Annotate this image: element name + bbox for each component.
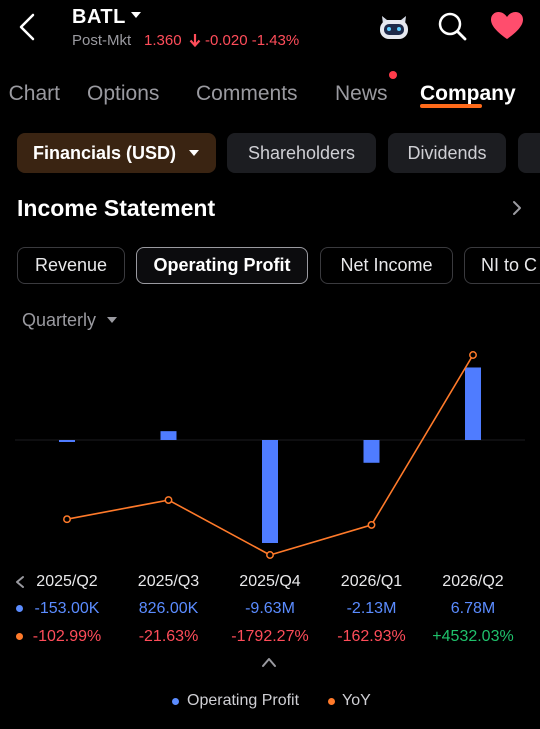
yoy-point-2026-q2[interactable] xyxy=(469,351,477,359)
tab-comments[interactable]: Comments xyxy=(196,82,298,106)
favorite-heart-icon[interactable] xyxy=(490,11,524,41)
post-market-label: Post-Mkt xyxy=(72,32,132,49)
tab-company[interactable]: Company xyxy=(420,82,516,106)
section-title: Income Statement xyxy=(17,195,216,221)
yoy-value-2025-q3: -21.63% xyxy=(138,628,199,645)
subtab-shareholders-label: Shareholders xyxy=(247,142,356,163)
yoy-point-2026-q1[interactable] xyxy=(367,520,376,529)
search-icon[interactable] xyxy=(436,10,468,42)
tab-options[interactable]: Options xyxy=(87,82,159,106)
metric-tab-ni-to-c-label: NI to C xyxy=(481,255,538,275)
post-market-price: 1.360 xyxy=(144,32,182,49)
chevron-up-icon[interactable] xyxy=(261,656,277,668)
subtab-more[interactable] xyxy=(518,133,540,173)
yoy-value-2026-q1: -162.93% xyxy=(337,628,406,645)
subtab-shareholders[interactable]: Shareholders xyxy=(227,133,376,173)
subtab-dividends-label: Dividends xyxy=(407,142,487,163)
metric-tab-operating-profit-label: Operating Profit xyxy=(153,255,291,275)
down-arrow-icon xyxy=(189,34,201,48)
operating-profit-value-2025-q4: -9.63M xyxy=(245,600,295,617)
metric-tab-ni-to-c[interactable]: NI to C xyxy=(464,247,540,284)
operating-profit-value-2025-q2: -153.00K xyxy=(34,600,100,617)
yoy-point-2025-q3[interactable] xyxy=(164,496,173,504)
tab-news[interactable]: News xyxy=(335,82,388,106)
bar-2026-q1[interactable] xyxy=(363,440,380,463)
quarter-label-2025-q2: 2025/Q2 xyxy=(36,573,98,590)
yoy-value-2025-q2: -102.99% xyxy=(32,628,102,645)
active-tab-indicator xyxy=(420,104,482,108)
metric-tab-revenue-label: Revenue xyxy=(34,255,108,275)
bar-2025-q3[interactable] xyxy=(160,431,177,440)
legend-yoy-dot xyxy=(328,698,335,705)
price-change: -0.020 -1.43% xyxy=(205,32,300,49)
subtab-financials-label: Financials (USD) xyxy=(32,142,177,163)
back-arrow-icon[interactable] xyxy=(14,12,40,42)
tab-chart[interactable]: Chart xyxy=(2,82,60,106)
news-notification-dot xyxy=(389,71,397,79)
operating-profit-value-2025-q3: 826.00K xyxy=(138,600,199,617)
operating-profit-chart xyxy=(15,351,525,559)
bar-2025-q4[interactable] xyxy=(262,440,278,543)
subtab-dividends[interactable]: Dividends xyxy=(388,133,506,173)
bar-2025-q2[interactable] xyxy=(59,440,75,442)
yoy-point-2025-q4[interactable] xyxy=(266,551,274,559)
yoy-value-2025-q4: -1792.27% xyxy=(231,628,309,645)
ticker-symbol[interactable]: BATL xyxy=(72,6,126,29)
metric-tab-revenue[interactable]: Revenue xyxy=(17,247,125,284)
bar-2026-q2[interactable] xyxy=(465,367,481,440)
legend-operating-profit: Operating Profit xyxy=(187,692,300,709)
quarter-label-2026-q1: 2026/Q1 xyxy=(340,573,403,590)
metric-tab-operating-profit[interactable]: Operating Profit xyxy=(136,247,308,284)
metric-tab-net-income-label: Net Income xyxy=(340,255,433,275)
subtab-financials[interactable]: Financials (USD) xyxy=(17,133,216,173)
operating-profit-value-2026-q1: -2.13M xyxy=(346,600,397,617)
quarter-label-2025-q4: 2025/Q4 xyxy=(239,573,301,590)
robot-assistant-icon[interactable] xyxy=(376,10,412,42)
yoy-value-2026-q2: +4532.03% xyxy=(432,628,514,645)
legend-yoy: YoY xyxy=(342,692,371,709)
yoy-point-2025-q2[interactable] xyxy=(63,515,71,524)
chevron-down-icon xyxy=(189,150,200,156)
quarter-label-2025-q3: 2025/Q3 xyxy=(137,573,200,590)
period-selector[interactable]: Quarterly xyxy=(22,310,96,331)
metric-tab-net-income[interactable]: Net Income xyxy=(320,247,453,284)
legend-operating-profit-dot xyxy=(172,698,179,705)
quarter-label-2026-q2: 2026/Q2 xyxy=(442,573,504,590)
operating-profit-value-2026-q2: 6.78M xyxy=(450,600,496,617)
chevron-right-icon[interactable] xyxy=(510,199,524,217)
ticker-dropdown-icon[interactable] xyxy=(130,10,142,20)
chevron-down-icon[interactable] xyxy=(106,316,118,324)
